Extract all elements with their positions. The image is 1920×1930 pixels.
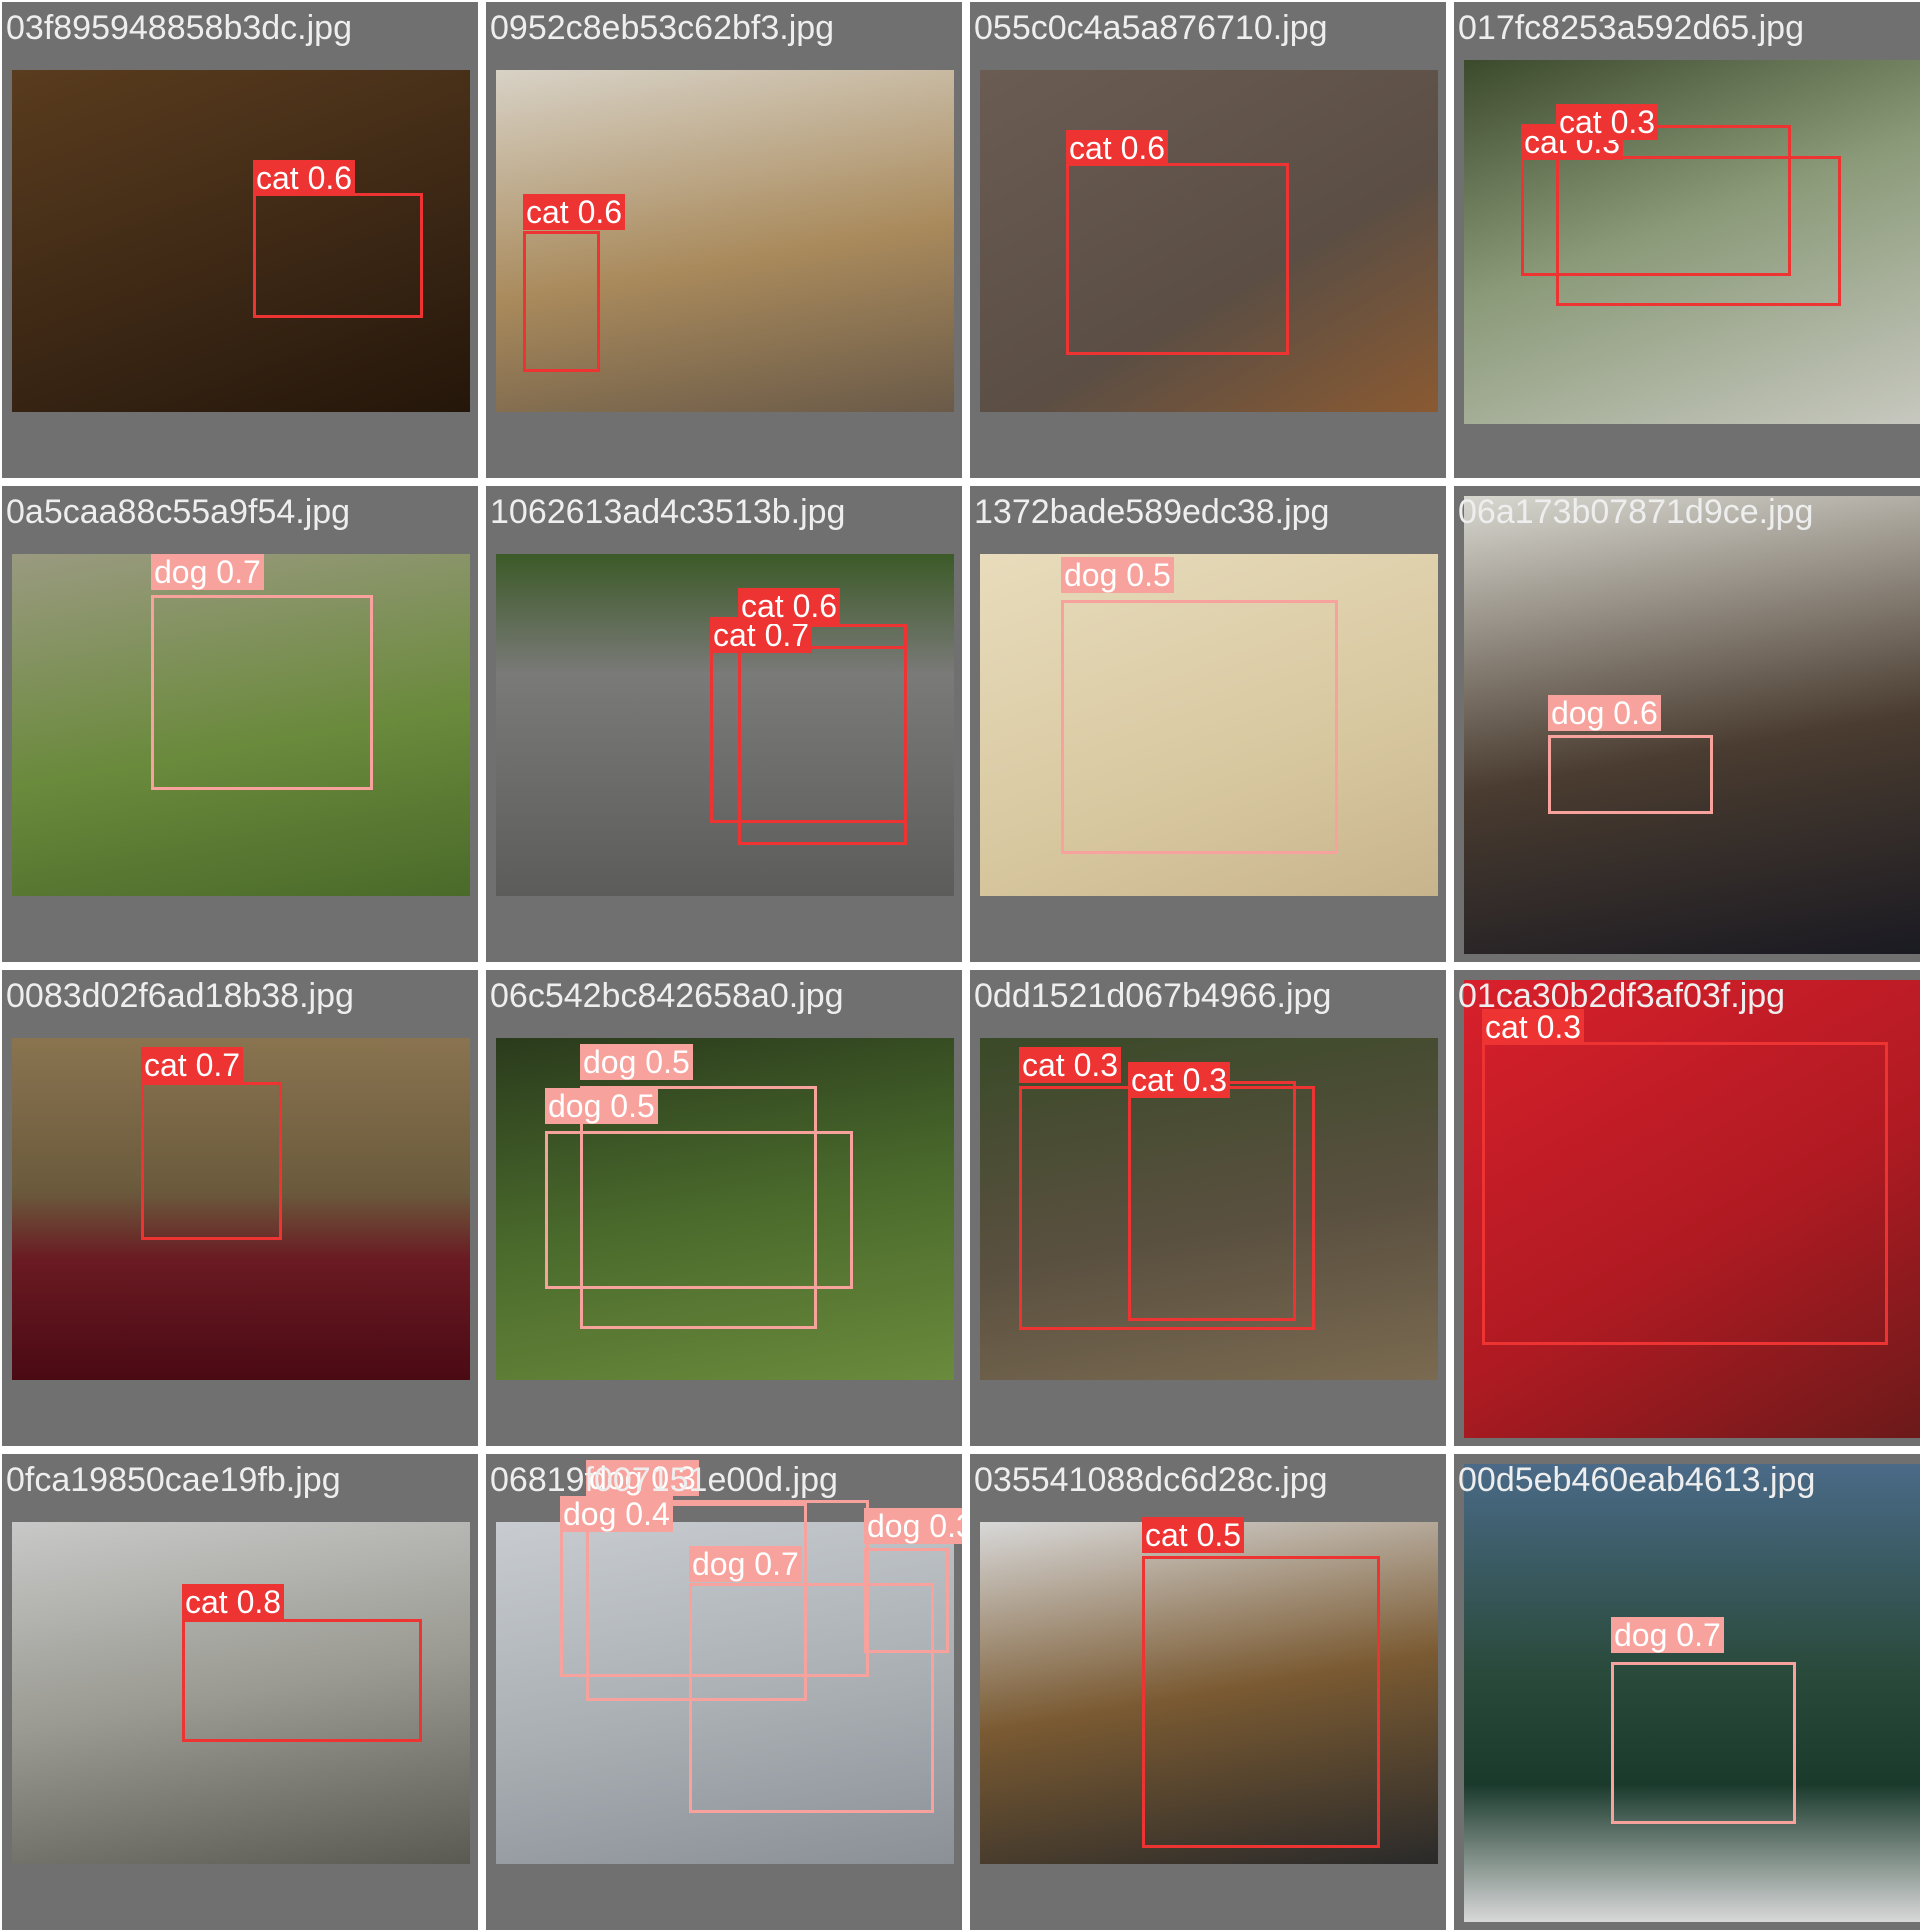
cat-detection-label: cat 0.5: [1142, 1517, 1245, 1553]
tile[interactable]: 0952c8eb53c62bf3.jpg cat 0.6: [486, 2, 962, 478]
cat-detection-label: cat 0.6: [523, 194, 626, 230]
cat-bounding-box: [182, 1619, 422, 1742]
dog-bounding-box: [1548, 735, 1713, 814]
tile-filename: 1062613ad4c3513b.jpg: [490, 493, 846, 531]
tile[interactable]: 00d5eb460eab4613.jpg dog 0.7: [1454, 1454, 1920, 1930]
dog-detection-label: dog 0.5: [1061, 557, 1174, 593]
dog-detection-label: dog 0.5: [580, 1044, 693, 1080]
tile[interactable]: 0083d02f6ad18b38.jpg cat 0.7: [2, 970, 478, 1446]
tile-filename: 00d5eb460eab4613.jpg: [1458, 1461, 1816, 1499]
cat-detection-label: cat 0.7: [141, 1047, 244, 1083]
tile-filename: 017fc8253a592d65.jpg: [1458, 9, 1804, 47]
cat-bounding-box: [253, 193, 423, 318]
dog-detection-label: dog 0.3: [864, 1508, 962, 1544]
tile[interactable]: 035541088dc6d28c.jpg cat 0.5: [970, 1454, 1446, 1930]
cat-detection-label: cat 0.3: [1019, 1047, 1122, 1083]
cat-detection-label: cat 0.3: [1556, 104, 1659, 140]
cat-bounding-box: [738, 624, 907, 845]
dog-bounding-box: [151, 595, 373, 790]
dog-detection-label: dog 0.6: [1548, 695, 1661, 731]
tile[interactable]: 06a173b07871d9ce.jpg dog 0.6: [1454, 486, 1920, 962]
tile-filename: 0fca19850cae19fb.jpg: [6, 1461, 341, 1499]
tile-filename: 0a5caa88c55a9f54.jpg: [6, 493, 351, 531]
tile[interactable]: 01ca30b2df3af03f.jpg cat 0.3: [1454, 970, 1920, 1446]
tile-filename: 06a173b07871d9ce.jpg: [1458, 493, 1814, 531]
dog-detection-label: dog 0.5: [545, 1088, 658, 1124]
tile[interactable]: 06c542bc842658a0.jpg dog 0.5 dog 0.5: [486, 970, 962, 1446]
tile-filename: 0dd1521d067b4966.jpg: [974, 977, 1332, 1015]
cat-bounding-box: [1482, 1042, 1888, 1345]
detection-grid: 03f895948858b3dc.jpg cat 0.6 0952c8eb53c62…: [0, 0, 1920, 1930]
dog-detection-label: dog 0.7: [151, 554, 264, 590]
cat-bounding-box: [1556, 156, 1841, 306]
tile[interactable]: 06819f007151e00d.jpg dog 0.4 dog 0.3 dog 0.…: [486, 1454, 962, 1930]
tile-filename: 1372bade589edc38.jpg: [974, 493, 1330, 531]
photo-content: [1464, 496, 1920, 954]
tile-filename: 06c542bc842658a0.jpg: [490, 977, 844, 1015]
cat-bounding-box: [1066, 163, 1289, 355]
dog-bounding-box: [864, 1548, 949, 1653]
tile[interactable]: 0fca19850cae19fb.jpg cat 0.8: [2, 1454, 478, 1930]
tile[interactable]: 03f895948858b3dc.jpg cat 0.6: [2, 2, 478, 478]
tile[interactable]: 0dd1521d067b4966.jpg cat 0.3 cat 0.3: [970, 970, 1446, 1446]
cat-detection-label: cat 0.8: [182, 1584, 285, 1620]
cat-bounding-box: [141, 1082, 282, 1240]
dog-detection-label: dog 0.7: [689, 1546, 802, 1582]
cat-detection-label: cat 0.6: [1066, 130, 1169, 166]
tile-filename: 035541088dc6d28c.jpg: [974, 1461, 1328, 1499]
tile-filename: 01ca30b2df3af03f.jpg: [1458, 977, 1786, 1015]
tile[interactable]: 055c0c4a5a876710.jpg cat 0.6: [970, 2, 1446, 478]
tile-filename: 06819f007151e00d.jpg: [490, 1461, 838, 1499]
cat-bounding-box: [1142, 1556, 1380, 1848]
tile[interactable]: 1372bade589edc38.jpg dog 0.5: [970, 486, 1446, 962]
tile-filename: 03f895948858b3dc.jpg: [6, 9, 352, 47]
tile[interactable]: 0a5caa88c55a9f54.jpg dog 0.7: [2, 486, 478, 962]
tile[interactable]: 017fc8253a592d65.jpg cat 0.3 cat 0.3: [1454, 2, 1920, 478]
cat-detection-label: cat 0.3: [1128, 1062, 1231, 1098]
tile-filename: 055c0c4a5a876710.jpg: [974, 9, 1328, 47]
cat-bounding-box: [523, 231, 600, 372]
dog-bounding-box: [1611, 1662, 1796, 1824]
tile-photo: [1464, 496, 1920, 954]
dog-detection-label: dog 0.7: [1611, 1617, 1724, 1653]
cat-bounding-box: [1128, 1081, 1296, 1321]
dog-bounding-box: [1061, 600, 1338, 854]
cat-detection-label: cat 0.6: [253, 160, 356, 196]
tile[interactable]: 1062613ad4c3513b.jpg cat 0.7 cat 0.6: [486, 486, 962, 962]
cat-detection-label: cat 0.6: [738, 588, 841, 624]
tile-filename: 0083d02f6ad18b38.jpg: [6, 977, 354, 1015]
tile-filename: 0952c8eb53c62bf3.jpg: [490, 9, 835, 47]
